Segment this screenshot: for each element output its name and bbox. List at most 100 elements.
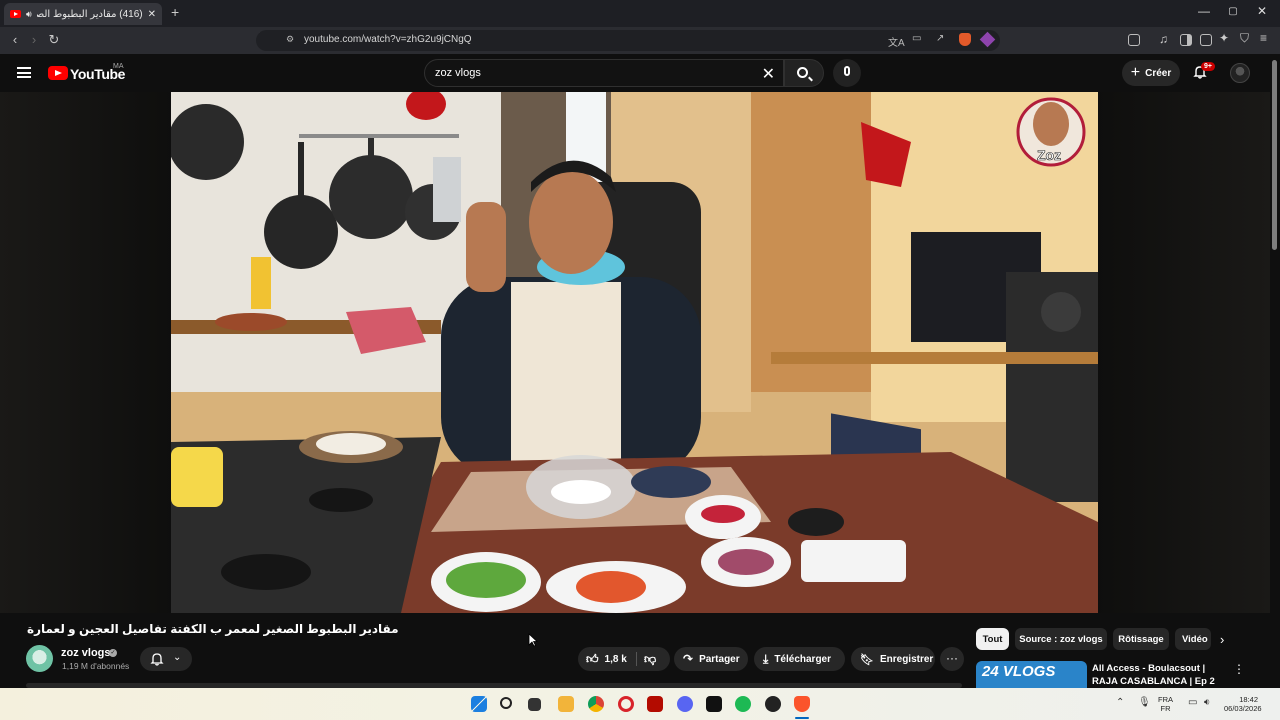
discord-icon[interactable] — [677, 696, 693, 712]
share-page-icon[interactable]: ↗ — [936, 33, 944, 44]
like-divider — [636, 652, 637, 666]
acrobat-icon[interactable] — [647, 696, 663, 712]
youtube-favicon-icon — [10, 10, 21, 18]
language-top: FRA — [1158, 695, 1173, 704]
network-icon[interactable]: ▭ — [1188, 697, 1197, 708]
share-label: Partager — [699, 653, 740, 665]
close-window-button[interactable]: ✕ — [1252, 4, 1272, 18]
download-icon: ⤓ — [763, 651, 769, 666]
dislike-button[interactable]: 👎︎ — [644, 652, 656, 667]
chevron-down-icon: ⌄ — [173, 652, 182, 663]
opera-icon[interactable] — [618, 696, 634, 712]
translate-icon[interactable]: 文A — [888, 34, 905, 49]
clock-date: 06/03/2026 — [1224, 704, 1262, 713]
channel-avatar[interactable] — [26, 645, 53, 672]
url-text[interactable]: youtube.com/watch?v=zhG2u9jCNgQ — [304, 34, 472, 45]
save-button[interactable]: 🔖︎ Enregistrer — [851, 647, 935, 671]
maximize-button[interactable]: ▢ — [1223, 6, 1243, 17]
thumbs-down-icon: 👎︎ — [644, 652, 657, 666]
site-info-icon[interactable]: ⚙ — [286, 34, 294, 45]
search-icon — [797, 67, 808, 78]
video-frame: Zoz — [171, 92, 1098, 613]
search-button[interactable] — [784, 59, 824, 87]
menu-icon[interactable]: ≡ — [1260, 31, 1267, 45]
start-menu-icon[interactable] — [471, 696, 487, 712]
language-indicator[interactable]: FRA FR — [1158, 695, 1173, 713]
brave-browser-icon[interactable] — [794, 696, 810, 712]
chip-all[interactable]: Tout — [976, 628, 1009, 650]
search-input[interactable] — [435, 67, 735, 79]
subscription-bell-button[interactable]: ⌄ — [140, 647, 192, 671]
spotify-icon[interactable] — [735, 696, 751, 712]
new-tab-button[interactable]: + — [171, 4, 179, 20]
reload-button[interactable]: ↻ — [46, 32, 62, 48]
more-actions-button[interactable]: ··· — [940, 647, 964, 671]
reading-list-icon[interactable] — [1180, 34, 1192, 46]
chip-video[interactable]: Vidéo — [1175, 628, 1211, 650]
download-label: Télécharger — [774, 653, 832, 665]
active-app-indicator — [795, 717, 809, 719]
browser-tab-bar: 🔊︎ (416) مقادير البطبوط الصغير ل ✕ + — ▢… — [0, 0, 1280, 27]
like-dislike-group: 👍︎ 1,8 k 👎︎ — [578, 647, 670, 671]
download-button[interactable]: ⤓ Télécharger — [754, 647, 845, 671]
recommended-title[interactable]: All Access - Boulacsout | RAJA CASABLANC… — [1092, 662, 1227, 688]
chip-source-channel[interactable]: Source : zoz vlogs — [1015, 628, 1107, 650]
task-view-icon[interactable] — [528, 698, 541, 711]
wallet-icon[interactable] — [1200, 34, 1212, 46]
cast-icon[interactable]: ▭ — [912, 33, 921, 44]
clock[interactable]: 18:42 06/03/2026 — [1224, 695, 1262, 713]
speaker-icon[interactable]: 🔊︎ — [26, 9, 32, 20]
youtube-logo-icon[interactable] — [48, 66, 68, 80]
create-button[interactable]: + Créer — [1122, 60, 1180, 86]
recommended-thumbnail[interactable]: 24 VLOGS — [976, 661, 1087, 688]
sidebar-icon[interactable] — [1128, 34, 1140, 46]
brave-rewards-icon[interactable] — [979, 31, 996, 48]
bell-icon — [150, 653, 164, 666]
mouse-cursor-icon — [528, 633, 538, 647]
share-button[interactable]: ↷ Partager — [674, 647, 748, 671]
video-player[interactable]: Zoz — [171, 92, 1098, 613]
microphone-tray-icon[interactable]: 🎙︎ — [1138, 697, 1151, 708]
leo-ai-icon[interactable]: ✦ — [1219, 31, 1229, 45]
browser-tab[interactable]: 🔊︎ (416) مقادير البطبوط الصغير ل ✕ — [4, 3, 162, 25]
subscriber-count: 1,19 M d'abonnés — [62, 661, 130, 671]
clear-search-icon[interactable]: ✕ — [762, 64, 775, 84]
save-label: Enregistrer — [879, 653, 934, 665]
back-button[interactable]: ‹ — [7, 32, 23, 47]
vpn-shield-icon[interactable]: ⛉ — [1240, 31, 1249, 46]
create-label: Créer — [1145, 67, 1172, 79]
clock-time: 18:42 — [1239, 695, 1258, 704]
address-bar[interactable]: ⚙ youtube.com/watch?v=zhG2u9jCNgQ 文A ▭ ↗ — [256, 30, 1000, 51]
chip-roasting[interactable]: Rôtissage — [1113, 628, 1169, 650]
share-icon: ↷ — [683, 652, 694, 666]
search-box[interactable]: ✕ — [424, 59, 784, 87]
youtube-header: YouTube MA ✕ + Créer 9+ — [0, 54, 1280, 92]
page-scrollbar[interactable] — [1272, 60, 1277, 250]
plus-icon: + — [1130, 64, 1141, 81]
tab-close-icon[interactable]: ✕ — [148, 9, 156, 20]
media-icon[interactable]: ♫ — [1159, 32, 1168, 46]
thumbs-up-icon: 👍︎ — [586, 651, 599, 666]
obs-icon[interactable] — [765, 696, 781, 712]
voice-search-button[interactable] — [833, 59, 861, 87]
minimize-button[interactable]: — — [1194, 4, 1214, 18]
video-title: مقادير البطبوط الصغير لمعمر ب الكفتة تفا… — [27, 622, 399, 636]
account-avatar[interactable] — [1230, 63, 1250, 83]
like-button[interactable]: 👍︎ 1,8 k — [586, 647, 627, 671]
like-count: 1,8 k — [604, 653, 627, 665]
recommended-menu-icon[interactable]: ⋮ — [1233, 662, 1245, 676]
search-taskbar-icon[interactable] — [500, 697, 512, 709]
chips-next-chevron-icon[interactable]: › — [1220, 632, 1224, 647]
channel-name[interactable]: zoz vlogs — [61, 647, 111, 659]
capcut-icon[interactable] — [706, 696, 722, 712]
language-bottom: FR — [1160, 704, 1171, 713]
windows-taskbar: ⌃ 🎙︎ FRA FR ▭ 🔉︎ 18:42 06/03/2026 — [0, 688, 1280, 720]
tray-overflow-icon[interactable]: ⌃ — [1116, 697, 1124, 708]
file-explorer-icon[interactable] — [558, 696, 574, 712]
browser-toolbar: ‹ › ↻ 🔖︎ ⚙ youtube.com/watch?v=zhG2u9jCN… — [0, 27, 1280, 54]
chrome-icon[interactable] — [588, 696, 604, 712]
hamburger-menu-icon[interactable] — [17, 67, 31, 78]
forward-button[interactable]: › — [26, 32, 42, 47]
brave-shield-icon[interactable] — [959, 33, 971, 46]
volume-icon[interactable]: 🔉︎ — [1204, 697, 1210, 708]
